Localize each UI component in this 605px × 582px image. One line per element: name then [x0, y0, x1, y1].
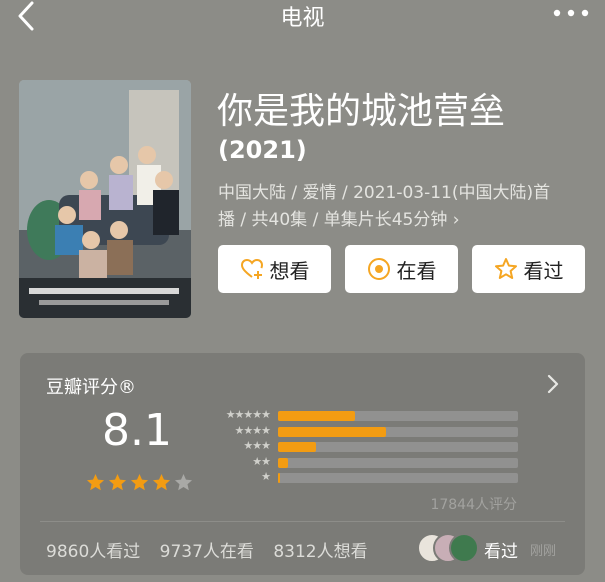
show-meta[interactable]: 中国大陆 / 爱情 / 2021-03-11(中国大陆)首 播 / 共40集 /… [218, 180, 578, 234]
audience-stats: 9860人看过 9737人在看 8312人想看 [46, 537, 382, 562]
star-filled-icon [130, 473, 149, 491]
show-title: 你是我的城池营垒 [217, 91, 506, 132]
distribution-star-label: ★ [261, 470, 271, 483]
want-count: 8312人想看 [273, 542, 368, 562]
poster-image[interactable] [19, 80, 191, 318]
want-to-watch-button[interactable]: 想看 [218, 245, 331, 293]
top-bar: 电视 [0, 0, 605, 34]
avatar [449, 533, 479, 563]
poster-art [19, 80, 191, 318]
heart-plus-icon [240, 258, 263, 279]
show-year: (2021) [218, 136, 307, 164]
watching-label: 在看 [396, 258, 437, 283]
distribution-star-label: ★★★★ [234, 423, 271, 437]
watched-label: 看过 [523, 258, 564, 283]
want-label: 想看 [269, 258, 310, 283]
distribution-bar-fill [278, 457, 288, 468]
distribution-bar-track [278, 426, 518, 437]
distribution-bar-fill [278, 473, 281, 483]
watched-count: 9860人看过 [46, 542, 141, 562]
rating-stars [86, 473, 193, 492]
distribution-bar-track [278, 411, 518, 421]
distribution-star-label: ★★ [252, 454, 271, 468]
divider [40, 521, 565, 522]
star-empty-icon [174, 473, 193, 491]
watching-count: 9737人在看 [159, 542, 254, 562]
watching-target-icon [367, 258, 390, 280]
meta-line-1: 中国大陆 / 爱情 / 2021-03-11(中国大陆)首 [218, 183, 551, 203]
friend-avatars[interactable] [417, 533, 479, 563]
chevron-right-icon[interactable] [543, 373, 563, 395]
rating-score: 8.1 [102, 405, 172, 456]
friend-seen-time: 刚刚 [530, 544, 557, 559]
meta-line-2: 播 / 共40集 / 单集片长45分钟 › [218, 210, 460, 230]
star-filled-icon [86, 473, 105, 491]
page-title: 电视 [280, 6, 325, 31]
distribution-bar-fill [278, 426, 386, 437]
star-filled-icon [108, 473, 127, 491]
distribution-bar-fill [278, 411, 355, 421]
rating-count: 17844人评分 [430, 497, 517, 513]
watched-button[interactable]: 看过 [472, 245, 585, 293]
friend-seen-label: 看过 [484, 542, 518, 562]
watching-button[interactable]: 在看 [345, 245, 458, 293]
rating-title: 豆瓣评分® [46, 377, 136, 398]
distribution-star-label: ★★★ [243, 439, 271, 452]
distribution-star-label: ★★★★★ [225, 408, 271, 421]
distribution-bar-track [278, 473, 518, 483]
distribution-bar-track [278, 442, 518, 452]
distribution-bar-fill [278, 442, 317, 452]
distribution-bar-track [278, 457, 518, 468]
star-outline-icon [494, 258, 517, 279]
more-dots-icon[interactable] [551, 2, 591, 24]
douban-rating-card[interactable]: 豆瓣评分® 8.1 ★★★★★ ★★★★ ★★★ ★★ ★ 17844人评分 9860人… [20, 353, 585, 575]
star-filled-icon [152, 473, 171, 491]
